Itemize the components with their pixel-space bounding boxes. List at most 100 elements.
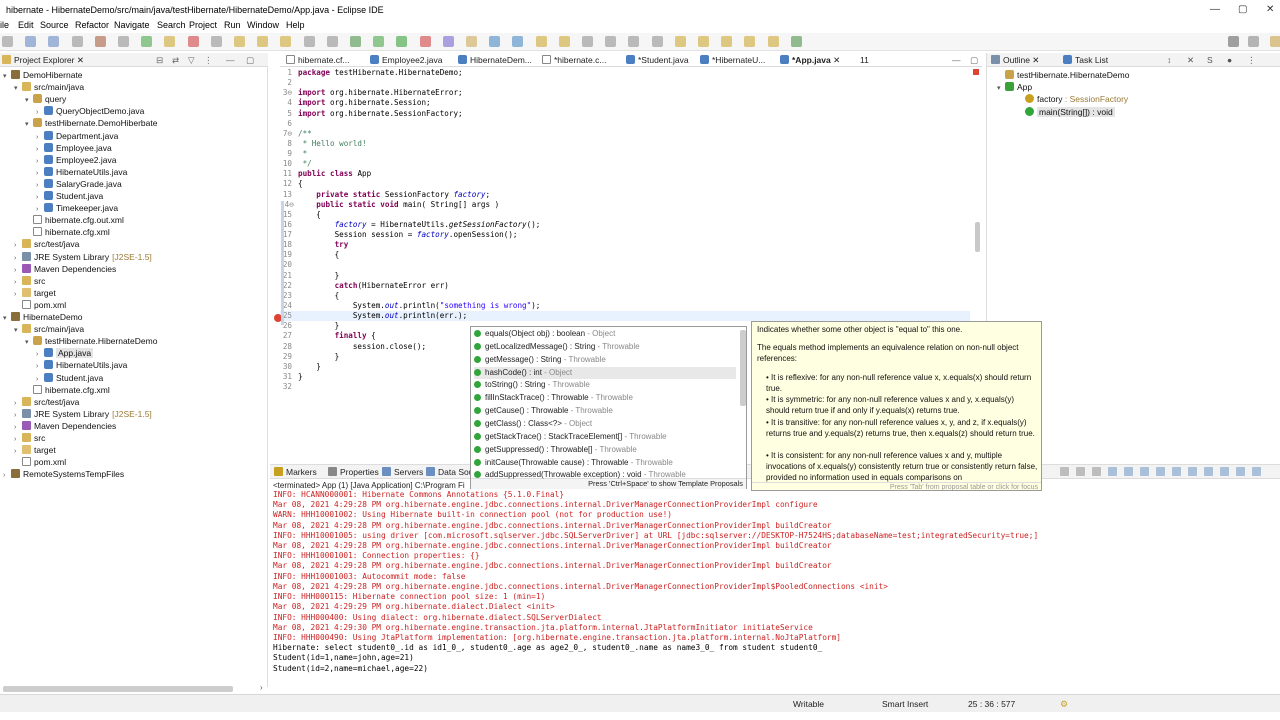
- menu-navigate[interactable]: Navigate: [114, 20, 150, 30]
- menu-search[interactable]: Search: [157, 20, 186, 30]
- terminate-icon[interactable]: [187, 36, 199, 47]
- editor-tab[interactable]: *Student.java: [626, 55, 689, 65]
- coverage-icon[interactable]: [396, 36, 408, 47]
- tree-item[interactable]: ▾ query: [25, 93, 66, 105]
- minimize-view-icon[interactable]: —: [226, 55, 235, 65]
- menu-help[interactable]: Help: [286, 20, 305, 30]
- expand-toggle-icon[interactable]: ▾: [997, 83, 1005, 95]
- code-line[interactable]: 17 Session session = factory.openSession…: [280, 230, 970, 240]
- skip-breakpoints-icon[interactable]: [118, 36, 129, 47]
- menu-run[interactable]: Run: [224, 20, 241, 30]
- tree-item[interactable]: ▾ DemoHibernate: [3, 69, 83, 81]
- proposal-item[interactable]: getCause() : Throwable - Throwable: [474, 405, 736, 418]
- show-stdout-icon[interactable]: [1156, 467, 1165, 476]
- sort-icon[interactable]: ↕: [1167, 55, 1171, 65]
- project-explorer-tab[interactable]: Project Explorer ✕: [2, 55, 84, 66]
- drop-frame-icon[interactable]: [303, 36, 315, 47]
- minimize-view-icon[interactable]: [1236, 467, 1245, 476]
- tree-item[interactable]: › Maven Dependencies: [14, 420, 116, 432]
- code-line[interactable]: 6: [280, 119, 970, 129]
- new-server-icon[interactable]: [94, 36, 106, 47]
- tree-item[interactable]: › Employee.java: [36, 142, 112, 154]
- run-icon[interactable]: [373, 36, 385, 47]
- code-line[interactable]: 16 factory = HibernateUtils.getSessionFa…: [280, 220, 970, 230]
- open-task-icon[interactable]: [535, 36, 547, 47]
- editor-tab[interactable]: 11: [860, 55, 869, 65]
- menu-ile[interactable]: ile: [0, 20, 9, 30]
- suspend-icon[interactable]: [164, 36, 176, 47]
- code-line[interactable]: 14⊖ public static void main( String[] ar…: [280, 200, 970, 210]
- javadoc-popup[interactable]: Indicates whether some other object is "…: [751, 321, 1042, 491]
- popup-scrollbar[interactable]: [740, 330, 746, 406]
- code-line[interactable]: 22 catch(HibernateError err): [280, 281, 970, 291]
- tree-item[interactable]: › JRE System Library [J2SE-1.5]: [14, 408, 152, 420]
- tree-item[interactable]: › Student.java: [36, 190, 103, 202]
- tree-item[interactable]: › Student.java: [36, 372, 103, 384]
- code-line[interactable]: 2: [280, 78, 970, 88]
- outline-item[interactable]: testHibernate.HibernateDemo: [997, 69, 1129, 81]
- editor-tab[interactable]: Employee2.java: [370, 55, 442, 65]
- code-line[interactable]: 7⊖ /**: [280, 129, 970, 139]
- tree-item[interactable]: ▾ HibernateDemo: [3, 311, 83, 323]
- editor-tab[interactable]: *hibernate.c...: [542, 55, 606, 65]
- pin-editor-icon[interactable]: [790, 36, 802, 47]
- bottom-tab[interactable]: Properties: [328, 467, 379, 477]
- scrollbar-thumb[interactable]: [3, 686, 233, 692]
- menu-edit[interactable]: Edit: [18, 20, 34, 30]
- tree-item[interactable]: › RemoteSystemsTempFiles: [3, 468, 124, 480]
- toggle-mark-icon[interactable]: [582, 36, 593, 47]
- editor-vertical-scrollbar[interactable]: [975, 222, 980, 252]
- toggle-block-selection-icon[interactable]: [628, 36, 640, 47]
- external-tools-icon[interactable]: [419, 36, 431, 47]
- show-whitespace-icon[interactable]: [651, 36, 663, 47]
- forward-icon[interactable]: [767, 36, 779, 47]
- hide-nonpublic-icon[interactable]: ●: [1227, 55, 1232, 65]
- tree-item[interactable]: › src/test/java: [14, 238, 79, 250]
- expand-toggle-icon[interactable]: ▾: [3, 71, 11, 83]
- step-into-icon[interactable]: [234, 36, 245, 47]
- search-toolbar-icon[interactable]: [1228, 36, 1239, 47]
- tree-item[interactable]: › Department.java: [36, 130, 118, 142]
- step-return-icon[interactable]: [280, 36, 292, 47]
- outline-menu-icon[interactable]: ⋮: [1247, 55, 1256, 66]
- expand-toggle-icon[interactable]: ▾: [14, 83, 22, 95]
- last-edit-icon[interactable]: [721, 36, 733, 47]
- pin-console-icon[interactable]: [1188, 467, 1197, 476]
- tree-item[interactable]: hibernate.cfg.xml: [25, 384, 110, 396]
- proposal-item[interactable]: equals(Object obj) : boolean - Object: [474, 328, 736, 341]
- open-perspective-icon[interactable]: [1248, 36, 1259, 47]
- expand-toggle-icon[interactable]: ▾: [25, 337, 33, 349]
- tree-item[interactable]: › HibernateUtils.java: [36, 166, 127, 178]
- tree-item[interactable]: › target: [14, 444, 56, 456]
- view-menu-icon[interactable]: ⋮: [204, 55, 213, 66]
- open-type-icon[interactable]: [512, 36, 524, 47]
- tree-item[interactable]: ▾ src/main/java: [14, 81, 84, 93]
- outline-tab[interactable]: Outline ✕: [991, 55, 1039, 66]
- editor-tab[interactable]: hibernate.cf...: [286, 55, 350, 65]
- outline-item[interactable]: main(String[]) : void: [1017, 106, 1115, 118]
- collapse-all-icon[interactable]: ⊟: [156, 55, 163, 66]
- bottom-tab[interactable]: Servers: [382, 467, 423, 477]
- code-line[interactable]: 13 private static SessionFactory factory…: [280, 190, 970, 200]
- code-line[interactable]: 1 package testHibernate.HibernateDemo;: [280, 68, 970, 78]
- maximize-icon[interactable]: ▢: [1238, 4, 1247, 15]
- hide-fields-icon[interactable]: ✕: [1187, 55, 1194, 66]
- expand-toggle-icon[interactable]: ▾: [14, 325, 22, 337]
- tree-item[interactable]: hibernate.cfg.xml: [25, 226, 110, 238]
- close-icon[interactable]: ✕: [1266, 4, 1274, 15]
- code-line[interactable]: 20: [280, 260, 970, 270]
- scroll-right-icon[interactable]: ›: [260, 683, 263, 692]
- expand-toggle-icon[interactable]: ›: [3, 470, 11, 482]
- new-java-project-icon[interactable]: [442, 36, 454, 47]
- save-icon[interactable]: [25, 36, 37, 47]
- tree-item[interactable]: hibernate.cfg.out.xml: [25, 214, 124, 226]
- debug-icon[interactable]: [350, 36, 361, 47]
- link-editor-icon[interactable]: ⇄: [172, 55, 179, 66]
- clear-console-icon[interactable]: [1108, 467, 1117, 476]
- word-wrap-icon[interactable]: [1140, 467, 1149, 476]
- step-over-icon[interactable]: [257, 36, 269, 47]
- proposal-item[interactable]: getStackTrace() : StackTraceElement[] - …: [474, 431, 736, 444]
- proposal-item[interactable]: getSuppressed() : Throwable[] - Throwabl…: [474, 444, 736, 457]
- proposal-item[interactable]: toString() : String - Throwable: [474, 379, 736, 392]
- tree-item[interactable]: ▾ src/main/java: [14, 323, 84, 335]
